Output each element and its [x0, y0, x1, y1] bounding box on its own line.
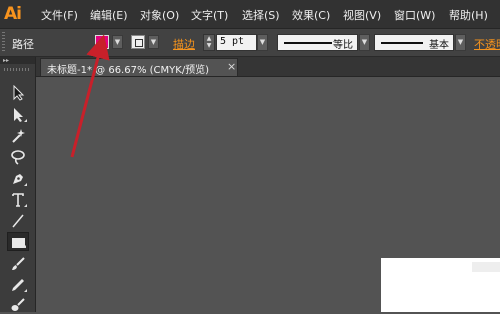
menu-file[interactable]: 文件(F) [41, 7, 78, 23]
brush-label: 基本 [429, 40, 449, 51]
document-tab[interactable]: 未标题-1* @ 66.67% (CMYK/预览) × [40, 58, 238, 76]
menu-effect[interactable]: 效果(C) [292, 7, 330, 23]
menu-view[interactable]: 视图(V) [343, 7, 381, 23]
line-segment-tool-icon[interactable] [7, 211, 29, 230]
selection-tool-icon[interactable] [7, 83, 29, 102]
blob-brush-tool-icon[interactable] [7, 295, 29, 314]
profile-line-preview [284, 42, 332, 44]
menu-edit[interactable]: 编辑(E) [90, 7, 128, 23]
direct-selection-tool-icon[interactable] [7, 105, 29, 124]
panel-collapse-icon[interactable]: ▸▸ [0, 57, 35, 64]
opacity-panel-link[interactable]: 不透明 [474, 36, 500, 52]
lasso-tool-icon[interactable] [7, 147, 29, 166]
pencil-tool-icon[interactable] [7, 275, 29, 294]
tools-panel: ▸▸ [0, 57, 36, 312]
variable-width-profile[interactable]: 等比 [277, 34, 358, 51]
brush-dropdown-icon[interactable]: ▼ [455, 34, 466, 51]
menu-help[interactable]: 帮助(H) [449, 7, 488, 23]
brush-line-preview [381, 42, 423, 44]
fill-dropdown-icon[interactable]: ▼ [112, 35, 123, 49]
menu-bar: Ai 文件(F) 编辑(E) 对象(O) 文字(T) 选择(S) 效果(C) 视… [0, 0, 500, 29]
close-icon[interactable]: × [227, 60, 236, 73]
panel-grip[interactable] [2, 32, 5, 52]
stroke-panel-link[interactable]: 描边 [173, 36, 195, 52]
control-bar: 路径 ▼ ▼ 描边 ▲▼ 5 pt ▼ 等比 ▼ 基本 ▼ 不透明 [0, 29, 500, 57]
app-logo: Ai [4, 4, 22, 24]
document-title: 未标题-1* @ 66.67% (CMYK/预览) [47, 65, 210, 76]
profile-dropdown-icon[interactable]: ▼ [359, 34, 370, 51]
brush-definition[interactable]: 基本 [374, 34, 454, 51]
stroke-dropdown-icon[interactable]: ▼ [148, 35, 159, 49]
menu-select[interactable]: 选择(S) [242, 7, 280, 23]
selection-type-label: 路径 [12, 38, 34, 51]
stroke-weight-input[interactable]: 5 pt [216, 34, 257, 51]
magic-wand-tool-icon[interactable] [7, 126, 29, 145]
type-tool-icon[interactable] [7, 190, 29, 209]
stroke-weight-stepper[interactable]: ▲ ▼ [203, 34, 215, 51]
artboard-edge [472, 262, 500, 272]
menu-object[interactable]: 对象(O) [140, 7, 179, 23]
tools-panel-grip[interactable] [4, 68, 30, 71]
document-tab-strip: 未标题-1* @ 66.67% (CMYK/预览) × [36, 57, 500, 77]
paintbrush-tool-icon[interactable] [7, 254, 29, 273]
stroke-color-swatch[interactable] [131, 35, 145, 49]
menu-type[interactable]: 文字(T) [191, 7, 228, 23]
rectangle-tool-icon[interactable] [7, 232, 29, 251]
profile-label: 等比 [333, 40, 353, 51]
pen-tool-icon[interactable] [7, 169, 29, 188]
menu-window[interactable]: 窗口(W) [394, 7, 435, 23]
fill-color-swatch[interactable] [95, 35, 109, 49]
stroke-weight-dropdown-icon[interactable]: ▼ [257, 34, 268, 51]
